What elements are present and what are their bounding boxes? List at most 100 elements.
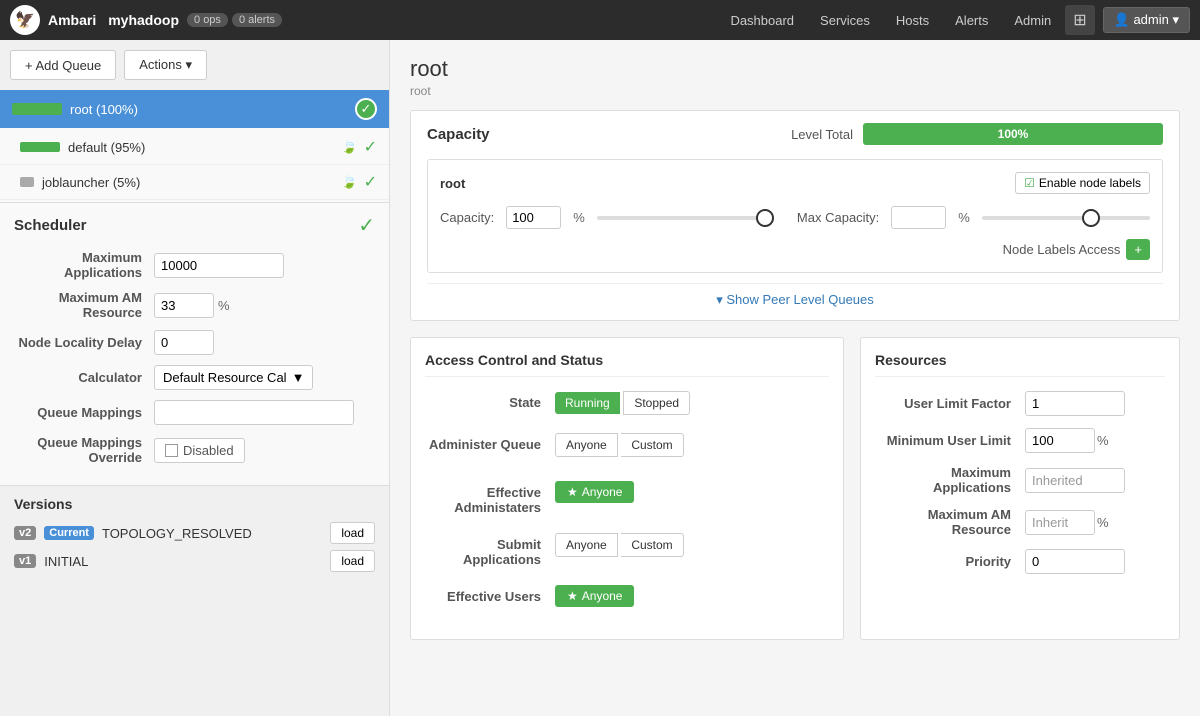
node-labels-add-button[interactable]: + [1126, 239, 1150, 260]
v1-name: INITIAL [44, 554, 322, 569]
nav-services[interactable]: Services [808, 9, 882, 32]
root-queue-label: root [440, 176, 465, 191]
sidebar-top-actions: + Add Queue Actions ▾ [0, 40, 389, 90]
min-user-limit-input[interactable] [1025, 428, 1095, 453]
nav-hosts[interactable]: Hosts [884, 9, 941, 32]
node-locality-input[interactable] [154, 330, 214, 355]
ops-badge: 0 ops [187, 13, 228, 27]
running-button[interactable]: Running [555, 392, 620, 414]
capacity-input[interactable] [506, 206, 561, 229]
leaf-icon-joblauncher: 🍃 [341, 174, 357, 190]
actions-button[interactable]: Actions ▾ [124, 50, 207, 80]
capacity-slider-thumb[interactable] [756, 209, 774, 227]
queue-joblauncher[interactable]: joblauncher (5%) 🍃 ✓ [0, 165, 389, 200]
effective-admin-label: Effective Administaters [425, 481, 555, 515]
disabled-badge[interactable]: Disabled [154, 438, 245, 463]
min-user-limit-row: Minimum User Limit % [875, 428, 1165, 453]
max-am-input[interactable] [154, 293, 214, 318]
grid-button[interactable]: ⊞ [1065, 5, 1094, 35]
root-queue-header: root ☑ Enable node labels [440, 172, 1150, 194]
max-capacity-input[interactable] [891, 206, 946, 229]
queue-default[interactable]: default (95%) 🍃 ✓ [0, 130, 389, 165]
max-am-row: Maximum AM Resource % [14, 290, 375, 320]
level-total-label: Level Total [791, 127, 853, 142]
administer-buttons: Anyone Custom [555, 433, 829, 457]
administer-anyone-button[interactable]: Anyone [555, 433, 618, 457]
administer-label: Administer Queue [425, 433, 555, 452]
top-navigation: 🦅 Ambari myhadoop 0 ops 0 alerts Dashboa… [0, 0, 1200, 40]
queue-mappings-input[interactable] [154, 400, 354, 425]
max-apps-input[interactable] [154, 253, 284, 278]
max-capacity-slider-thumb[interactable] [1082, 209, 1100, 227]
bottom-panels: Access Control and Status State Running … [410, 337, 1180, 640]
v2-load-button[interactable]: load [330, 522, 375, 544]
queue-mappings-row: Queue Mappings [14, 400, 375, 425]
queue-mappings-override-row: Queue Mappings Override Disabled [14, 435, 375, 465]
effective-admin-anyone-button[interactable]: ★ Anyone [555, 481, 634, 503]
calculator-row: Calculator Default Resource Cal ▼ [14, 365, 375, 390]
nav-alerts[interactable]: Alerts [943, 9, 1000, 32]
page-title: root [410, 56, 1180, 82]
enable-node-labels-button[interactable]: ☑ Enable node labels [1015, 172, 1150, 194]
scheduler-header: Scheduler ✓ [14, 213, 375, 238]
max-am-resource-label: Maximum AM Resource [875, 507, 1025, 537]
max-capacity-pct: % [958, 210, 970, 225]
node-labels-text: Node Labels Access [1003, 242, 1121, 257]
root-queue-config: root ☑ Enable node labels Capacity: % Ma… [427, 159, 1163, 273]
submit-anyone-button[interactable]: Anyone [555, 533, 618, 557]
priority-input[interactable] [1025, 549, 1125, 574]
capacity-slider[interactable] [597, 216, 765, 220]
max-capacity-slider[interactable] [982, 216, 1150, 220]
add-queue-button[interactable]: + Add Queue [10, 50, 116, 80]
administer-custom-button[interactable]: Custom [621, 433, 683, 457]
show-peer-queues[interactable]: ▾ Show Peer Level Queues [427, 283, 1163, 308]
queue-tree: root (100%) ✓ default (95%) 🍃 ✓ joblaunc… [0, 90, 389, 202]
submit-buttons: Anyone Custom [555, 533, 829, 557]
stopped-button[interactable]: Stopped [623, 391, 690, 415]
level-total-bar: 100% [863, 123, 1163, 145]
user-icon: 👤 [1114, 12, 1130, 27]
nav-dashboard[interactable]: Dashboard [718, 9, 806, 32]
check-default: ✓ [364, 137, 377, 157]
calculator-dropdown[interactable]: Default Resource Cal ▼ [154, 365, 313, 390]
effective-users-value: ★ Anyone [555, 585, 829, 607]
submit-custom-button[interactable]: Custom [621, 533, 683, 557]
effective-admin-value: ★ Anyone [555, 481, 829, 503]
node-locality-label: Node Locality Delay [14, 335, 154, 350]
priority-label: Priority [875, 554, 1025, 569]
main-content: root root Capacity Level Total 100% root… [390, 40, 1200, 716]
min-user-limit-label: Minimum User Limit [875, 433, 1025, 448]
version-row-1: v1 INITIAL load [14, 550, 375, 572]
resources-panel: Resources User Limit Factor Minimum User… [860, 337, 1180, 640]
node-labels-row: Node Labels Access + [440, 239, 1150, 260]
max-applications-row: Maximum Applications [875, 465, 1165, 495]
v2-name: TOPOLOGY_RESOLVED [102, 526, 322, 541]
breadcrumb: root [410, 84, 1180, 98]
scheduler-check: ✓ [358, 213, 375, 238]
effective-users-anyone-button[interactable]: ★ Anyone [555, 585, 634, 607]
queue-mappings-label: Queue Mappings [14, 405, 154, 420]
star-icon-2: ★ [567, 589, 578, 603]
cluster-name: myhadoop [108, 12, 179, 28]
v1-load-button[interactable]: load [330, 550, 375, 572]
capacity-panel: Capacity Level Total 100% root ☑ Enable … [410, 110, 1180, 321]
queue-root[interactable]: root (100%) ✓ [0, 90, 389, 128]
nav-admin[interactable]: Admin [1002, 9, 1063, 32]
node-locality-row: Node Locality Delay [14, 330, 375, 355]
root-bar [12, 103, 62, 115]
chevron-down-icon: ▾ [716, 292, 726, 307]
max-applications-input[interactable] [1025, 468, 1125, 493]
main-layout: + Add Queue Actions ▾ root (100%) ✓ defa… [0, 40, 1200, 716]
priority-row: Priority [875, 549, 1165, 574]
app-logo: 🦅 Ambari [10, 5, 96, 35]
capacity-config-row: Capacity: % Max Capacity: % [440, 206, 1150, 229]
progress-fill: 100% [863, 123, 1163, 145]
capacity-title: Capacity [427, 126, 791, 143]
min-user-limit-inputs: % [1025, 428, 1109, 453]
admin-menu[interactable]: 👤 admin ▾ [1103, 7, 1190, 33]
max-am-resource-input[interactable] [1025, 510, 1095, 535]
effective-users-label: Effective Users [425, 585, 555, 604]
user-limit-factor-row: User Limit Factor [875, 391, 1165, 416]
max-apps-row: Maximum Applications [14, 250, 375, 280]
user-limit-factor-input[interactable] [1025, 391, 1125, 416]
